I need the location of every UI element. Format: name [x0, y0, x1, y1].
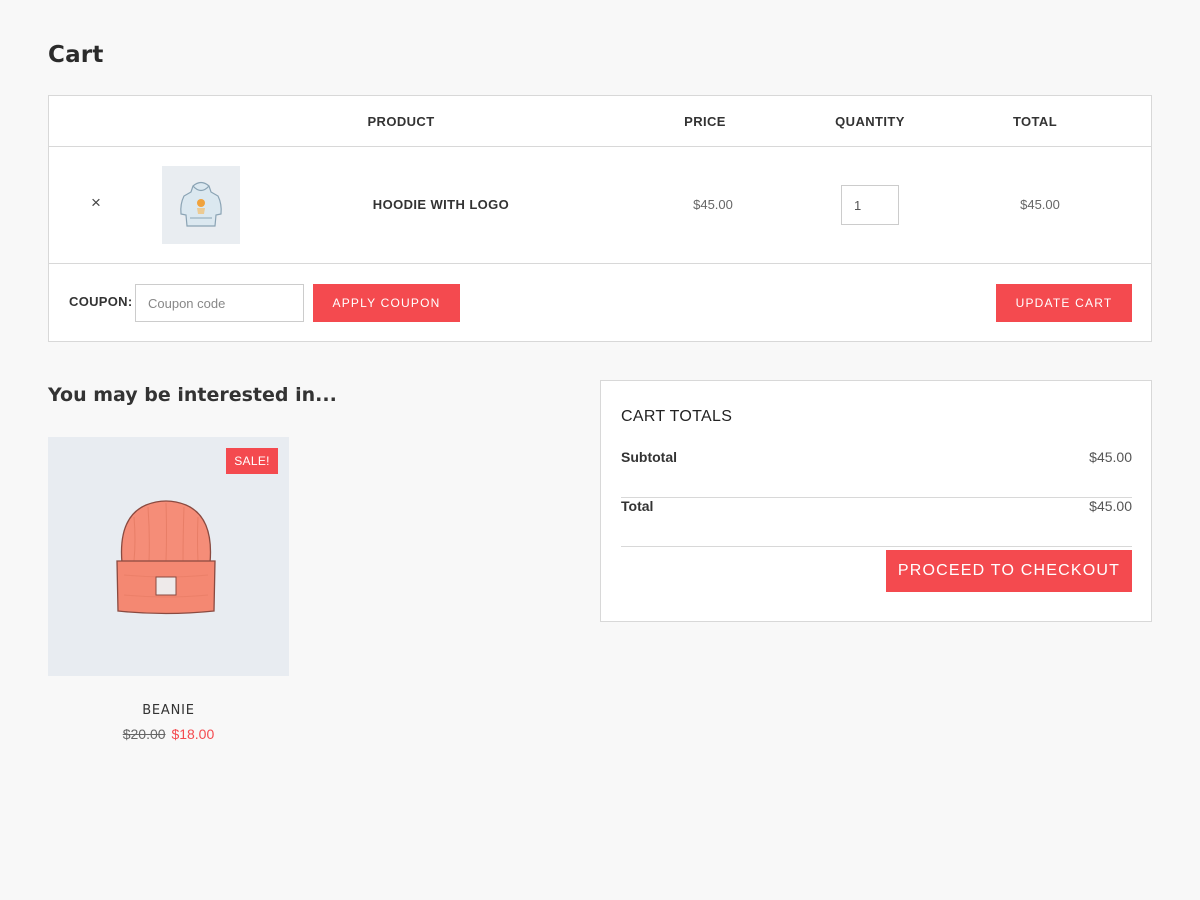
product-name[interactable]: HOODIE WITH LOGO: [373, 197, 509, 212]
beanie-icon: [116, 500, 216, 615]
old-price: $20.00: [122, 726, 166, 742]
header-price: PRICE: [684, 114, 726, 129]
cart-totals-title: CART TOTALS: [621, 408, 733, 425]
update-cart-button[interactable]: UPDATE CART: [996, 284, 1132, 322]
cart-totals-panel: CART TOTALS Subtotal $45.00 Total $45.00…: [600, 380, 1152, 622]
sale-price: $18.00: [171, 726, 215, 742]
total-label: Total: [621, 498, 654, 514]
product-subtotal: $45.00: [1020, 197, 1060, 212]
product-card-price: $20.00 $18.00: [48, 726, 289, 742]
remove-item-button[interactable]: ×: [89, 194, 103, 212]
coupon-code-input[interactable]: [135, 284, 304, 322]
product-card[interactable]: SALE! BEANIE $20.00 $18.00: [48, 437, 289, 747]
cart-item-row: × HOODIE WITH LOGO $45.00 $45.00: [49, 147, 1151, 264]
hoodie-icon: [180, 181, 222, 227]
apply-coupon-button[interactable]: APPLY COUPON: [313, 284, 460, 322]
header-product: PRODUCT: [367, 114, 435, 129]
product-thumbnail[interactable]: [162, 166, 240, 244]
cart-table-header: PRODUCT PRICE QUANTITY TOTAL: [49, 96, 1151, 147]
proceed-to-checkout-button[interactable]: PROCEED TO CHECKOUT: [886, 550, 1132, 592]
beanie-image: [114, 495, 218, 622]
cross-sells-title: You may be interested in...: [48, 384, 337, 406]
header-total: TOTAL: [1012, 114, 1058, 129]
total-row: Total $45.00: [621, 498, 1132, 547]
subtotal-label: Subtotal: [621, 449, 677, 465]
page-title: Cart: [48, 42, 104, 68]
subtotal-value: $45.00: [1089, 449, 1132, 465]
header-quantity: QUANTITY: [835, 114, 905, 129]
cart-page: Cart PRODUCT PRICE QUANTITY TOTAL × HOOD…: [0, 0, 1200, 900]
cart-actions: COUPON: APPLY COUPON UPDATE CART: [49, 264, 1151, 342]
coupon-label: COUPON:: [69, 294, 133, 309]
subtotal-row: Subtotal $45.00: [621, 449, 1132, 498]
product-card-name[interactable]: BEANIE: [48, 703, 289, 718]
sale-badge: SALE!: [226, 448, 278, 474]
product-price: $45.00: [693, 197, 733, 212]
total-value: $45.00: [1089, 498, 1132, 514]
quantity-input[interactable]: [841, 185, 899, 225]
product-image[interactable]: SALE!: [48, 437, 289, 676]
cart-table: PRODUCT PRICE QUANTITY TOTAL × HOODIE WI…: [48, 95, 1152, 342]
